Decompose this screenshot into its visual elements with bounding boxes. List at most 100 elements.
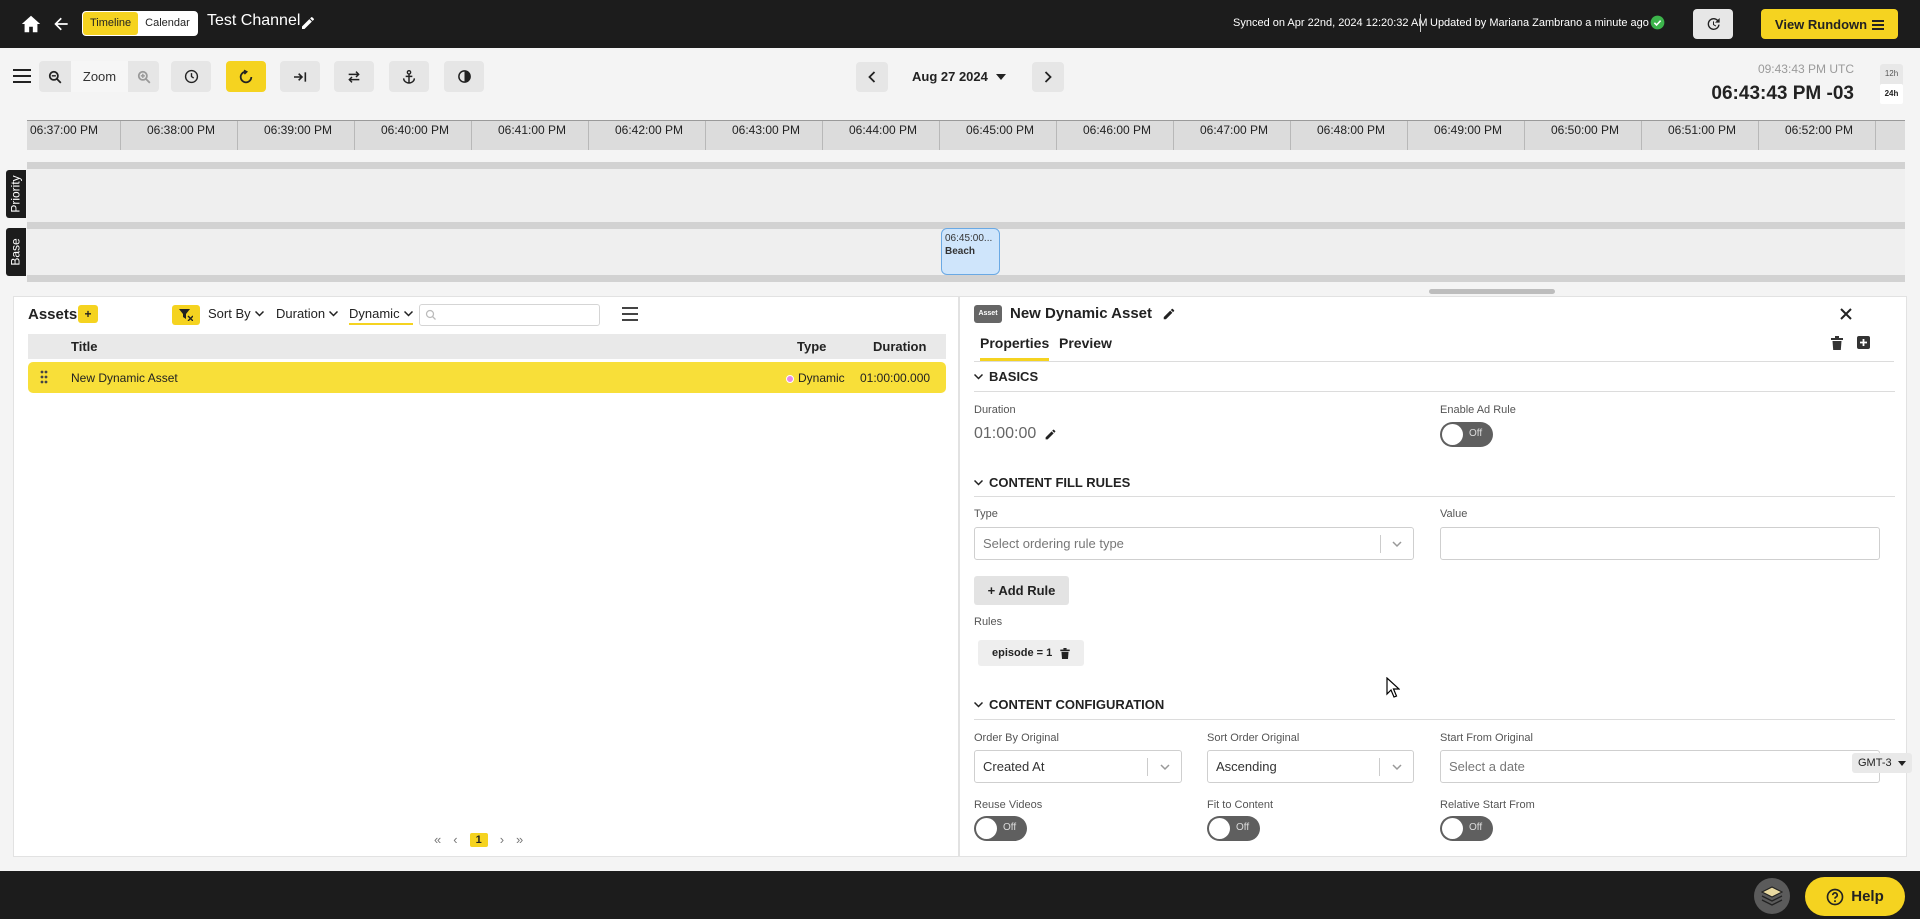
sort-by-label: Sort By [208, 306, 251, 321]
zoom-out-button[interactable] [39, 61, 71, 92]
timeline-tick-label: 06:42:00 PM [614, 123, 684, 137]
enable-ad-rule-toggle[interactable]: Off [1440, 422, 1493, 447]
zoom-control: Zoom [39, 61, 159, 92]
updated-by-text: Updated by Mariana Zambrano a minute ago [1430, 17, 1649, 29]
duration-dropdown[interactable]: Duration [276, 306, 339, 321]
timeline-tick: 06:38:00 PM [147, 121, 238, 150]
sort-order-select[interactable]: Ascending [1207, 750, 1414, 783]
timezone-select[interactable]: GMT-3 [1852, 753, 1912, 773]
timeline-ruler[interactable]: 06:37:00 PM 06:38:00 PM 06:39:00 PM 06:40:0… [27, 120, 1905, 150]
pencil-icon[interactable] [300, 15, 316, 31]
timeline-tick-label: 06:48:00 PM [1316, 123, 1386, 137]
column-duration[interactable]: Duration [873, 339, 926, 354]
next-day-button[interactable] [1032, 62, 1064, 92]
timeline-tick: 06:49:00 PM [1434, 121, 1525, 150]
toggle-knob [1209, 818, 1230, 839]
priority-track[interactable] [27, 162, 1905, 222]
clock-button[interactable] [171, 61, 211, 92]
pencil-icon[interactable] [1044, 428, 1057, 441]
anchor-button[interactable] [389, 61, 429, 92]
reuse-videos-label: Reuse Videos [974, 799, 1043, 811]
section-basics[interactable]: BASICS [974, 369, 1038, 384]
add-square-icon[interactable] [1857, 336, 1870, 349]
timeline-view-tab[interactable]: Timeline [83, 12, 139, 35]
row-duration: 01:00:00.000 [860, 371, 931, 385]
next-page-button[interactable]: › [500, 832, 504, 847]
asset-search-input[interactable] [419, 304, 600, 326]
swap-button[interactable] [334, 61, 374, 92]
hour-format-24h[interactable]: 24h [1880, 84, 1903, 104]
table-row[interactable]: New Dynamic Asset Dynamic 01:00:00.000 [28, 362, 946, 393]
go-to-now-button[interactable] [280, 61, 320, 92]
view-rundown-button[interactable]: View Rundown [1761, 9, 1898, 39]
chevron-down-icon [974, 701, 983, 708]
sort-by-dropdown[interactable]: Sort By [208, 306, 264, 321]
previous-day-button[interactable] [856, 62, 888, 92]
enable-ad-rule-label: Enable Ad Rule [1440, 404, 1516, 416]
help-label: Help [1851, 888, 1884, 905]
list-menu-icon[interactable] [622, 307, 638, 321]
channel-title: Test Channel [207, 12, 301, 29]
duration-label: Duration [974, 404, 1016, 416]
start-from-date-input[interactable]: Select a date [1440, 750, 1880, 783]
top-bar: Timeline Calendar Test Channel Synced on… [0, 0, 1920, 48]
zoom-label: Zoom [71, 61, 128, 92]
history-button[interactable] [1693, 9, 1733, 39]
assets-title: Assets [28, 306, 78, 323]
timeline-tick-label: 06:38:00 PM [146, 123, 216, 137]
trash-icon[interactable] [1060, 647, 1070, 659]
history-icon [1707, 17, 1720, 30]
relative-start-toggle[interactable]: Off [1440, 816, 1493, 841]
pencil-icon[interactable] [1162, 307, 1176, 321]
trash-icon[interactable] [1831, 336, 1843, 350]
divider [974, 391, 1895, 392]
hamburger-menu-icon[interactable] [13, 68, 31, 84]
caret-down-icon [995, 73, 1006, 80]
home-icon[interactable] [20, 13, 42, 35]
layers-button[interactable] [1754, 878, 1790, 914]
relative-start-label: Relative Start From [1440, 799, 1535, 811]
caret-down-icon [1897, 760, 1906, 766]
tab-preview[interactable]: Preview [1059, 335, 1112, 351]
zoom-in-button[interactable] [128, 61, 159, 92]
pagination: « ‹ 1 › » [434, 832, 523, 847]
toggle-knob [1442, 424, 1463, 445]
last-page-button[interactable]: » [516, 832, 523, 847]
chevron-down-icon [974, 373, 983, 380]
column-title[interactable]: Title [71, 339, 98, 354]
section-content-fill-rules[interactable]: CONTENT FILL RULES [974, 475, 1130, 490]
contrast-button[interactable] [444, 61, 484, 92]
question-circle-icon [1826, 888, 1844, 905]
timeline-event-beach[interactable]: 06:45:00... Beach [941, 228, 1000, 275]
hour-format-12h[interactable]: 12h [1880, 64, 1903, 84]
section-content-configuration[interactable]: CONTENT CONFIGURATION [974, 697, 1164, 712]
reuse-videos-toggle[interactable]: Off [974, 816, 1027, 841]
type-dropdown[interactable]: Dynamic [349, 306, 413, 325]
timeline-tick-label: 06:45:00 PM [965, 123, 1035, 137]
rule-value-input[interactable] [1440, 527, 1880, 560]
prev-page-button[interactable]: ‹ [453, 832, 457, 847]
filter-button[interactable] [172, 305, 200, 325]
rule-text: episode = 1 [992, 647, 1053, 659]
add-asset-button[interactable]: + [78, 305, 98, 323]
order-by-select[interactable]: Created At [974, 750, 1182, 783]
back-arrow-icon[interactable] [51, 14, 71, 34]
date-picker[interactable]: Aug 27 2024 [912, 69, 1006, 84]
divider [974, 719, 1895, 720]
refresh-button[interactable] [226, 61, 266, 92]
tab-properties[interactable]: Properties [980, 335, 1050, 361]
divider [1420, 14, 1421, 32]
rule-type-select[interactable]: Select ordering rule type [974, 527, 1414, 560]
panel-resize-handle[interactable] [1429, 289, 1555, 294]
fit-to-content-toggle[interactable]: Off [1207, 816, 1260, 841]
close-icon[interactable] [1840, 308, 1852, 320]
current-page[interactable]: 1 [469, 832, 488, 847]
first-page-button[interactable]: « [434, 832, 441, 847]
help-button[interactable]: Help [1805, 877, 1905, 916]
add-rule-button[interactable]: + Add Rule [974, 576, 1069, 605]
anchor-icon [402, 69, 416, 84]
column-type[interactable]: Type [797, 339, 826, 354]
divider [1379, 758, 1380, 776]
calendar-view-tab[interactable]: Calendar [138, 12, 197, 35]
drag-handle-icon[interactable] [40, 370, 48, 384]
